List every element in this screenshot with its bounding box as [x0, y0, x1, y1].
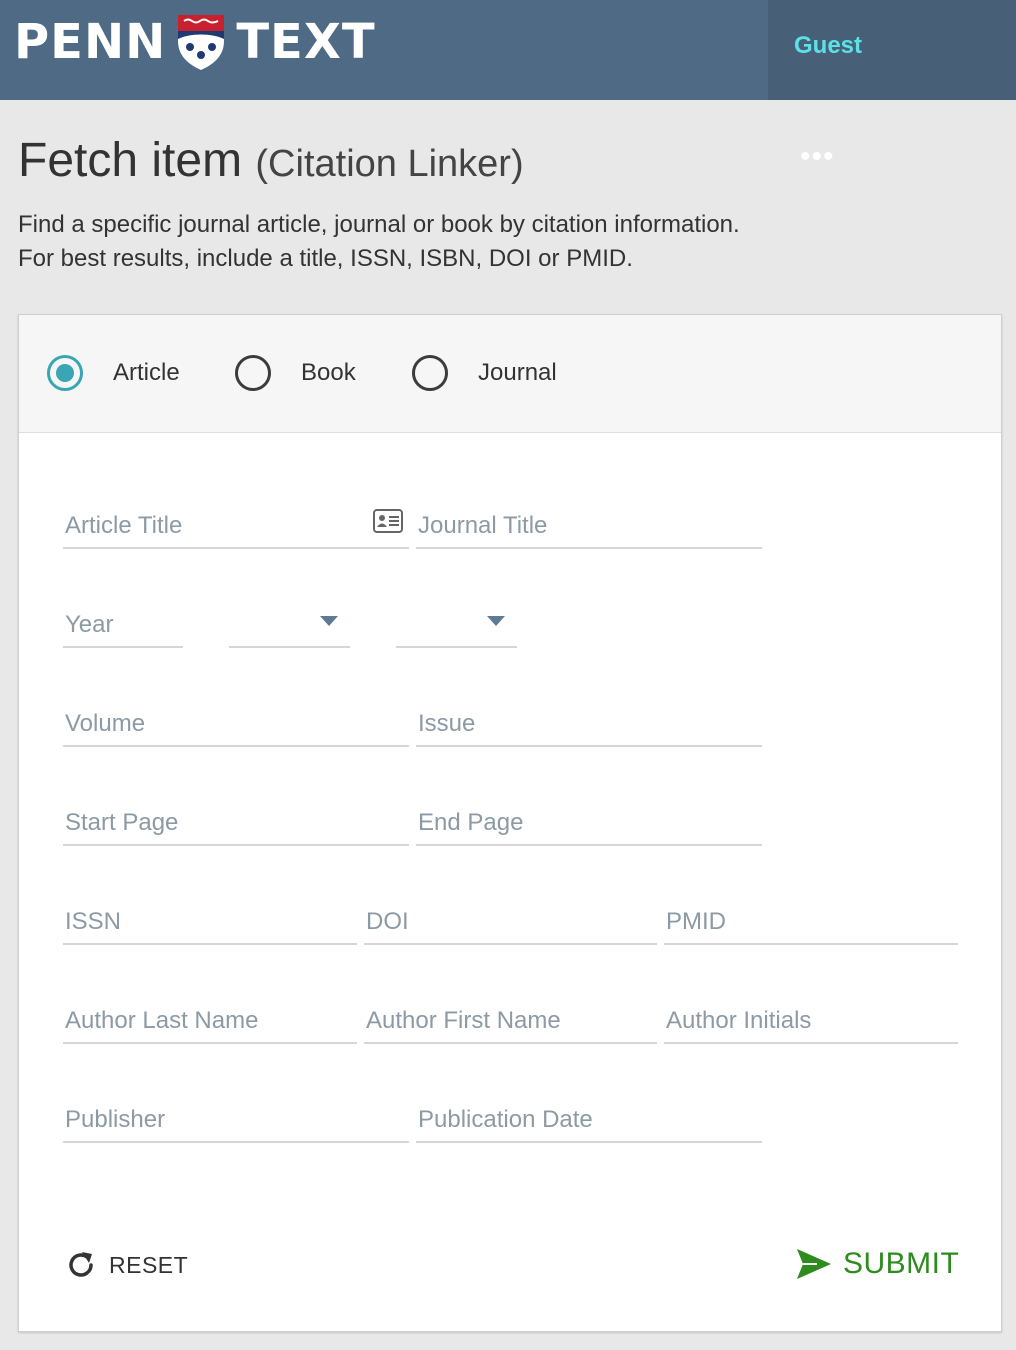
radio-article-label: Article	[113, 359, 180, 386]
guest-user-link[interactable]: Guest	[794, 32, 862, 60]
more-options-icon[interactable]: •••	[800, 140, 835, 174]
issue-field[interactable]	[416, 701, 762, 747]
radio-journal[interactable]: Journal	[412, 355, 557, 391]
start-page-input[interactable]	[63, 800, 409, 842]
start-page-field[interactable]	[63, 800, 409, 846]
id-card-icon[interactable]	[373, 509, 403, 533]
radio-unchecked-icon[interactable]	[235, 355, 271, 391]
pmid-input[interactable]	[664, 899, 958, 941]
pmid-field[interactable]	[664, 899, 958, 945]
citation-form-card: Article Book Journal Article Title Journ…	[18, 314, 1002, 1332]
reset-button[interactable]: RESET	[65, 1249, 188, 1281]
end-page-field[interactable]	[416, 800, 762, 846]
journal-title-field[interactable]	[416, 503, 762, 549]
article-title-input[interactable]	[63, 503, 409, 545]
author-first-name-field[interactable]	[364, 998, 657, 1044]
publisher-field[interactable]	[63, 1097, 409, 1143]
reset-label: RESET	[109, 1251, 189, 1278]
day-select[interactable]	[396, 602, 517, 648]
author-last-name-field[interactable]	[63, 998, 357, 1044]
send-arrow-icon	[797, 1249, 831, 1279]
page-title-main: Fetch item	[18, 134, 243, 187]
year-field[interactable]	[63, 602, 183, 648]
month-select[interactable]	[229, 602, 350, 648]
radio-checked-icon[interactable]	[47, 355, 83, 391]
logo-text-left: PENN	[14, 14, 167, 70]
end-page-input[interactable]	[416, 800, 762, 842]
author-initials-field[interactable]	[664, 998, 958, 1044]
author-last-name-input[interactable]	[63, 998, 357, 1040]
refresh-icon	[69, 1252, 93, 1277]
penn-shield-icon	[178, 15, 225, 70]
radio-journal-label: Journal	[478, 359, 557, 386]
issn-field[interactable]	[63, 899, 357, 945]
radio-unchecked-icon[interactable]	[412, 355, 448, 391]
dropdown-arrow-icon[interactable]	[487, 616, 505, 626]
publication-date-field[interactable]	[416, 1097, 762, 1143]
submit-label: SUBMIT	[843, 1247, 960, 1280]
radio-book[interactable]: Book	[235, 355, 356, 391]
issue-input[interactable]	[416, 701, 762, 743]
radio-book-label: Book	[301, 359, 356, 386]
publication-date-input[interactable]	[416, 1097, 762, 1139]
description-line-2: For best results, include a title, ISSN,…	[18, 245, 633, 272]
dropdown-arrow-icon[interactable]	[320, 616, 338, 626]
page-description: Find a specific journal article, journal…	[18, 208, 740, 276]
penntext-logo[interactable]: PENN TEXT	[14, 12, 376, 72]
author-initials-input[interactable]	[664, 998, 958, 1040]
volume-field[interactable]	[63, 701, 409, 747]
logo-text-right: TEXT	[236, 14, 376, 70]
doi-input[interactable]	[364, 899, 657, 941]
publisher-input[interactable]	[63, 1097, 409, 1139]
item-type-selector: Article Book Journal	[19, 315, 1001, 433]
doi-field[interactable]	[364, 899, 657, 945]
submit-button[interactable]: SUBMIT	[795, 1247, 959, 1281]
top-header: PENN TEXT Guest	[0, 0, 1016, 100]
year-input[interactable]	[63, 602, 183, 644]
issn-input[interactable]	[63, 899, 357, 941]
page-title: Fetch item (Citation Linker)	[18, 132, 524, 193]
user-area: Guest	[768, 0, 1016, 100]
journal-title-input[interactable]	[416, 503, 762, 545]
author-first-name-input[interactable]	[364, 998, 657, 1040]
radio-article[interactable]: Article	[47, 355, 180, 391]
page-title-sub: (Citation Linker)	[255, 143, 524, 185]
description-line-1: Find a specific journal article, journal…	[18, 211, 740, 238]
article-title-field[interactable]	[63, 503, 409, 549]
volume-input[interactable]	[63, 701, 409, 743]
